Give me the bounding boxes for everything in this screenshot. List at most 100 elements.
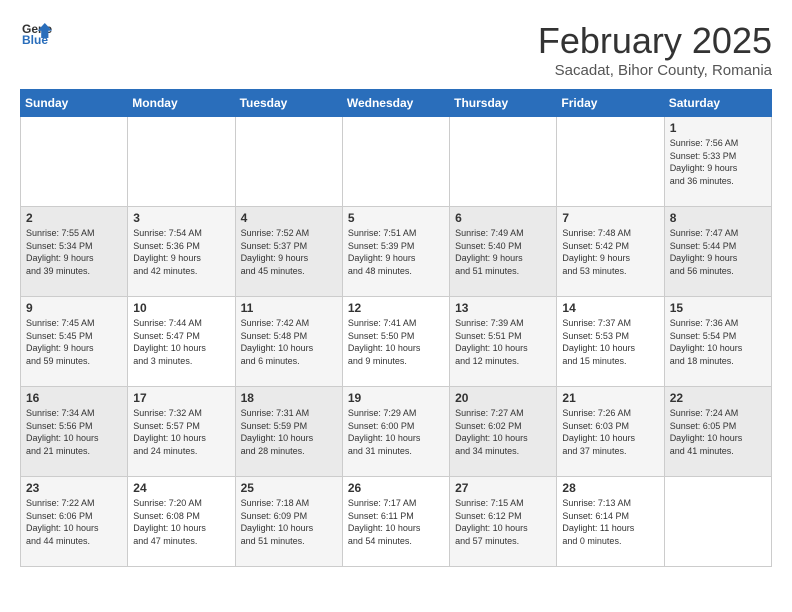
header-row: Sunday Monday Tuesday Wednesday Thursday… (21, 90, 772, 117)
calendar-cell: 12 Sunrise: 7:41 AM Sunset: 5:50 PM Dayli… (342, 297, 449, 387)
calendar-week-2: 2 Sunrise: 7:55 AM Sunset: 5:34 PM Daylig… (21, 207, 772, 297)
calendar-cell: 22 Sunrise: 7:24 AM Sunset: 6:05 PM Dayli… (664, 387, 771, 477)
day-info: Sunrise: 7:22 AM Sunset: 6:06 PM Dayligh… (26, 497, 122, 547)
day-number: 9 (26, 301, 122, 315)
day-info: Sunrise: 7:13 AM Sunset: 6:14 PM Dayligh… (562, 497, 658, 547)
col-thursday: Thursday (450, 90, 557, 117)
calendar-cell: 26 Sunrise: 7:17 AM Sunset: 6:11 PM Dayli… (342, 477, 449, 567)
calendar-cell: 24 Sunrise: 7:20 AM Sunset: 6:08 PM Dayli… (128, 477, 235, 567)
day-info: Sunrise: 7:42 AM Sunset: 5:48 PM Dayligh… (241, 317, 337, 367)
day-number: 16 (26, 391, 122, 405)
calendar-cell: 19Sunrise: 7:29 AM Sunset: 6:00 PM Dayli… (342, 387, 449, 477)
calendar-header: Sunday Monday Tuesday Wednesday Thursday… (21, 90, 772, 117)
calendar-cell (664, 477, 771, 567)
day-number: 20 (455, 391, 551, 405)
day-number: 11 (241, 301, 337, 315)
calendar-cell: 20 Sunrise: 7:27 AM Sunset: 6:02 PM Dayli… (450, 387, 557, 477)
day-number: 7 (562, 211, 658, 225)
calendar-cell: 28 Sunrise: 7:13 AM Sunset: 6:14 PM Dayli… (557, 477, 664, 567)
day-number: 21 (562, 391, 658, 405)
calendar-week-3: 9 Sunrise: 7:45 AM Sunset: 5:45 PM Daylig… (21, 297, 772, 387)
day-number: 15 (670, 301, 766, 315)
calendar-week-4: 16 Sunrise: 7:34 AM Sunset: 5:56 PM Dayli… (21, 387, 772, 477)
day-number: 27 (455, 481, 551, 495)
logo: General Blue (20, 20, 52, 55)
day-number: 22 (670, 391, 766, 405)
col-friday: Friday (557, 90, 664, 117)
day-info: Sunrise: 7:36 AM Sunset: 5:54 PM Dayligh… (670, 317, 766, 367)
day-number: 25 (241, 481, 337, 495)
day-info: Sunrise: 7:55 AM Sunset: 5:34 PM Dayligh… (26, 227, 122, 277)
day-number: 1 (670, 121, 766, 135)
calendar-body: 1 Sunrise: 7:56 AM Sunset: 5:33 PM Daylig… (21, 117, 772, 567)
calendar-cell (21, 117, 128, 207)
col-sunday: Sunday (21, 90, 128, 117)
day-number: 17 (133, 391, 229, 405)
calendar-cell: 1 Sunrise: 7:56 AM Sunset: 5:33 PM Daylig… (664, 117, 771, 207)
calendar-cell: 14 Sunrise: 7:37 AM Sunset: 5:53 PM Dayli… (557, 297, 664, 387)
page-header: General Blue February 2025 Sacadat, Biho… (20, 20, 772, 79)
day-info: Sunrise: 7:41 AM Sunset: 5:50 PM Dayligh… (348, 317, 444, 367)
day-number: 28 (562, 481, 658, 495)
day-info: Sunrise: 7:52 AM Sunset: 5:37 PM Dayligh… (241, 227, 337, 277)
calendar-cell (557, 117, 664, 207)
day-number: 4 (241, 211, 337, 225)
calendar-cell: 3 Sunrise: 7:54 AM Sunset: 5:36 PM Daylig… (128, 207, 235, 297)
day-info: Sunrise: 7:27 AM Sunset: 6:02 PM Dayligh… (455, 407, 551, 457)
calendar-cell (450, 117, 557, 207)
logo-icon: General Blue (22, 20, 52, 50)
day-info: Sunrise: 7:20 AM Sunset: 6:08 PM Dayligh… (133, 497, 229, 547)
calendar-cell: 6 Sunrise: 7:49 AM Sunset: 5:40 PM Daylig… (450, 207, 557, 297)
day-info: Sunrise: 7:24 AM Sunset: 6:05 PM Dayligh… (670, 407, 766, 457)
calendar-cell (128, 117, 235, 207)
location: Sacadat, Bihor County, Romania (538, 62, 772, 79)
col-monday: Monday (128, 90, 235, 117)
month-title: February 2025 (538, 20, 772, 62)
day-number: 26 (348, 481, 444, 495)
calendar-table: Sunday Monday Tuesday Wednesday Thursday… (20, 89, 772, 567)
day-number: 2 (26, 211, 122, 225)
day-number: 13 (455, 301, 551, 315)
day-info: Sunrise: 7:54 AM Sunset: 5:36 PM Dayligh… (133, 227, 229, 277)
calendar-cell: 13 Sunrise: 7:39 AM Sunset: 5:51 PM Dayli… (450, 297, 557, 387)
day-info: Sunrise: 7:37 AM Sunset: 5:53 PM Dayligh… (562, 317, 658, 367)
day-number: 8 (670, 211, 766, 225)
calendar-cell: 15 Sunrise: 7:36 AM Sunset: 5:54 PM Dayli… (664, 297, 771, 387)
calendar-cell (235, 117, 342, 207)
day-info: Sunrise: 7:15 AM Sunset: 6:12 PM Dayligh… (455, 497, 551, 547)
calendar-cell: 8 Sunrise: 7:47 AM Sunset: 5:44 PM Daylig… (664, 207, 771, 297)
col-tuesday: Tuesday (235, 90, 342, 117)
day-info: Sunrise: 7:56 AM Sunset: 5:33 PM Dayligh… (670, 137, 766, 187)
calendar-cell: 21Sunrise: 7:26 AM Sunset: 6:03 PM Dayli… (557, 387, 664, 477)
calendar-cell: 25Sunrise: 7:18 AM Sunset: 6:09 PM Dayli… (235, 477, 342, 567)
day-number: 19 (348, 391, 444, 405)
calendar-cell: 4 Sunrise: 7:52 AM Sunset: 5:37 PM Daylig… (235, 207, 342, 297)
calendar-week-5: 23Sunrise: 7:22 AM Sunset: 6:06 PM Dayli… (21, 477, 772, 567)
day-info: Sunrise: 7:49 AM Sunset: 5:40 PM Dayligh… (455, 227, 551, 277)
day-info: Sunrise: 7:44 AM Sunset: 5:47 PM Dayligh… (133, 317, 229, 367)
calendar-week-1: 1 Sunrise: 7:56 AM Sunset: 5:33 PM Daylig… (21, 117, 772, 207)
calendar-cell: 23Sunrise: 7:22 AM Sunset: 6:06 PM Dayli… (21, 477, 128, 567)
day-info: Sunrise: 7:48 AM Sunset: 5:42 PM Dayligh… (562, 227, 658, 277)
day-info: Sunrise: 7:47 AM Sunset: 5:44 PM Dayligh… (670, 227, 766, 277)
day-info: Sunrise: 7:32 AM Sunset: 5:57 PM Dayligh… (133, 407, 229, 457)
day-info: Sunrise: 7:45 AM Sunset: 5:45 PM Dayligh… (26, 317, 122, 367)
calendar-cell (342, 117, 449, 207)
day-number: 18 (241, 391, 337, 405)
calendar-cell: 27 Sunrise: 7:15 AM Sunset: 6:12 PM Dayli… (450, 477, 557, 567)
title-block: February 2025 Sacadat, Bihor County, Rom… (538, 20, 772, 79)
day-info: Sunrise: 7:39 AM Sunset: 5:51 PM Dayligh… (455, 317, 551, 367)
calendar-cell: 18Sunrise: 7:31 AM Sunset: 5:59 PM Dayli… (235, 387, 342, 477)
calendar-cell: 9 Sunrise: 7:45 AM Sunset: 5:45 PM Daylig… (21, 297, 128, 387)
day-info: Sunrise: 7:34 AM Sunset: 5:56 PM Dayligh… (26, 407, 122, 457)
calendar-cell: 17 Sunrise: 7:32 AM Sunset: 5:57 PM Dayli… (128, 387, 235, 477)
calendar-cell: 16 Sunrise: 7:34 AM Sunset: 5:56 PM Dayli… (21, 387, 128, 477)
day-number: 12 (348, 301, 444, 315)
day-number: 6 (455, 211, 551, 225)
day-number: 14 (562, 301, 658, 315)
calendar-cell: 10Sunrise: 7:44 AM Sunset: 5:47 PM Dayli… (128, 297, 235, 387)
day-info: Sunrise: 7:17 AM Sunset: 6:11 PM Dayligh… (348, 497, 444, 547)
day-number: 24 (133, 481, 229, 495)
day-number: 3 (133, 211, 229, 225)
day-info: Sunrise: 7:51 AM Sunset: 5:39 PM Dayligh… (348, 227, 444, 277)
